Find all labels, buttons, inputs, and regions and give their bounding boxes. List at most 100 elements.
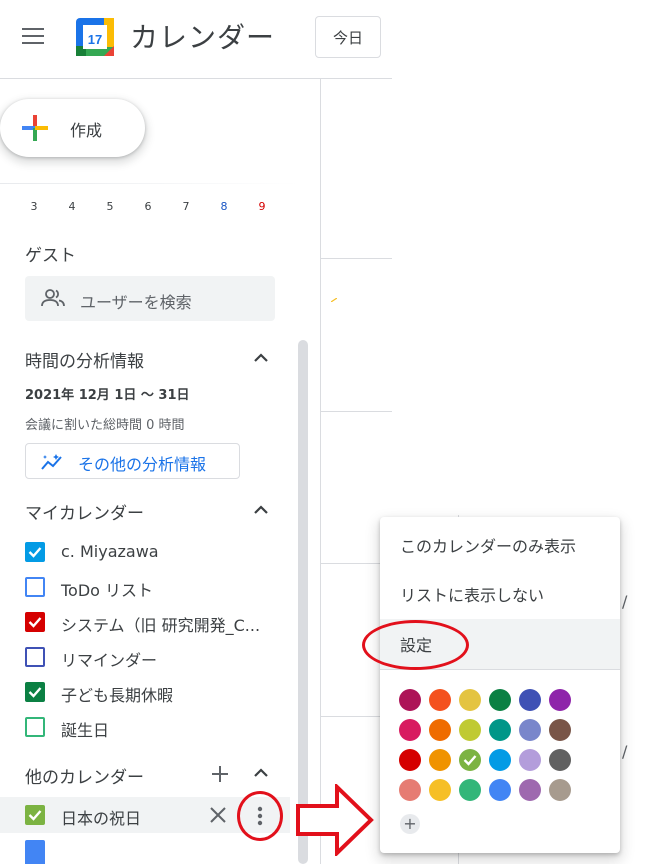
- calendar-grid-line: [320, 563, 380, 564]
- people-icon: [41, 289, 65, 307]
- color-swatch[interactable]: [429, 719, 451, 741]
- hamburger-line: [22, 28, 44, 30]
- cell-edge-glyph: /: [622, 742, 628, 761]
- hamburger-line: [22, 42, 44, 44]
- mini-calendar-day-saturday[interactable]: 8: [214, 200, 234, 213]
- check-icon: [28, 617, 42, 628]
- app-title: カレンダー: [130, 21, 276, 54]
- main-menu-button[interactable]: [20, 26, 46, 48]
- plus-icon: [22, 115, 48, 141]
- color-swatch[interactable]: [489, 719, 511, 741]
- calendar-item-label: リマインダー: [61, 651, 158, 670]
- mini-calendar-day-sunday[interactable]: 9: [252, 200, 272, 213]
- color-swatch[interactable]: [399, 749, 421, 771]
- annotation-circle-settings: [362, 620, 469, 670]
- insights-title: 時間の分析情報: [25, 352, 144, 372]
- calendar-item-kids-holiday[interactable]: 子ども長期休暇: [25, 678, 295, 708]
- chevron-up-icon[interactable]: [251, 348, 271, 368]
- checkbox-partial[interactable]: [25, 840, 45, 864]
- color-swatch[interactable]: [399, 719, 421, 741]
- more-insights-button[interactable]: その他の分析情報: [25, 443, 240, 479]
- event-mark: [331, 298, 337, 302]
- check-icon: [28, 687, 42, 698]
- color-swatch[interactable]: [429, 779, 451, 801]
- mini-calendar-day[interactable]: 3: [24, 200, 44, 213]
- checkbox-checked[interactable]: [25, 805, 45, 825]
- color-swatch[interactable]: [399, 779, 421, 801]
- color-swatch[interactable]: [489, 689, 511, 711]
- mini-calendar-week: 3 4 5 6 7 8 9: [0, 200, 290, 218]
- my-calendars-title: マイカレンダー: [25, 504, 144, 524]
- check-icon: [28, 547, 42, 558]
- color-swatch[interactable]: [549, 779, 571, 801]
- today-button[interactable]: 今日: [315, 16, 381, 58]
- checkbox-checked[interactable]: [25, 612, 45, 632]
- calendar-options-menu: このカレンダーのみ表示 リストに表示しない 設定 +: [380, 517, 620, 853]
- checkbox-checked[interactable]: [25, 682, 45, 702]
- guests-title: ゲスト: [25, 246, 76, 266]
- calendar-item-reminders[interactable]: リマインダー: [25, 643, 295, 673]
- calendar-item-label: 誕生日: [61, 721, 110, 740]
- color-swatch[interactable]: [459, 719, 481, 741]
- color-swatch[interactable]: [549, 719, 571, 741]
- calendar-item-label: 日本の祝日: [61, 809, 142, 828]
- calendar-item-label: システム（旧 研究開発_C...: [61, 616, 261, 635]
- checkbox-unchecked[interactable]: [25, 577, 45, 597]
- sidebar-divider: [0, 183, 300, 184]
- checkbox-checked[interactable]: [25, 542, 45, 562]
- color-swatch[interactable]: [519, 719, 541, 741]
- calendar-item-c-miyazawa[interactable]: c. Miyazawa: [25, 538, 295, 568]
- close-icon[interactable]: [208, 805, 228, 825]
- color-swatch[interactable]: [429, 689, 451, 711]
- create-label: 作成: [70, 121, 103, 140]
- chevron-up-icon[interactable]: [251, 500, 271, 520]
- mini-calendar-day[interactable]: 6: [138, 200, 158, 213]
- add-calendar-plus-icon[interactable]: [208, 762, 232, 786]
- color-swatch[interactable]: [519, 779, 541, 801]
- chevron-up-icon[interactable]: [251, 763, 271, 783]
- more-insights-label: その他の分析情報: [78, 455, 207, 474]
- color-swatch[interactable]: [549, 689, 571, 711]
- logo-day-text: 17: [88, 32, 102, 47]
- color-swatch[interactable]: [519, 689, 541, 711]
- cell-edge-glyph: /: [622, 592, 628, 611]
- color-swatch[interactable]: [459, 689, 481, 711]
- annotation-circle-more: [237, 791, 283, 841]
- guest-search-input[interactable]: ユーザーを検索: [25, 276, 275, 321]
- calendar-item-birthdays[interactable]: 誕生日: [25, 713, 295, 743]
- calendar-item-todo[interactable]: ToDo リスト: [25, 573, 295, 603]
- checkbox-unchecked[interactable]: [25, 647, 45, 667]
- mini-calendar-day[interactable]: 7: [176, 200, 196, 213]
- hamburger-line: [22, 35, 44, 37]
- menu-item-hide-from-list[interactable]: リストに表示しない: [380, 569, 620, 619]
- color-swatch[interactable]: [399, 689, 421, 711]
- mini-calendar-day[interactable]: 5: [100, 200, 120, 213]
- mini-calendar-day[interactable]: 4: [62, 200, 82, 213]
- calendar-item-label: ToDo リスト: [61, 581, 154, 600]
- color-swatch[interactable]: [519, 749, 541, 771]
- other-calendars-title: 他のカレンダー: [25, 768, 144, 788]
- insights-icon: [41, 454, 62, 470]
- insights-meeting-time: 会議に割いた総時間 0 時間: [25, 418, 185, 433]
- annotation-arrow-icon: [296, 784, 374, 856]
- checkbox-unchecked[interactable]: [25, 717, 45, 737]
- color-swatch[interactable]: [489, 779, 511, 801]
- add-custom-color-button[interactable]: +: [400, 814, 420, 834]
- check-icon: [463, 755, 477, 766]
- calendar-grid-border: [320, 78, 321, 864]
- insights-date-range: 2021年 12月 1日 〜 31日: [25, 388, 190, 403]
- check-icon: [28, 810, 42, 821]
- color-swatch[interactable]: [459, 779, 481, 801]
- calendar-logo-icon[interactable]: 17: [75, 17, 115, 57]
- calendar-item-label: 子ども長期休暇: [61, 686, 174, 705]
- color-swatch[interactable]: [489, 749, 511, 771]
- calendar-grid-line: [320, 258, 392, 259]
- color-swatch-selected[interactable]: [459, 749, 481, 771]
- color-swatch[interactable]: [549, 749, 571, 771]
- calendar-item-label: c. Miyazawa: [61, 542, 159, 561]
- header-divider: [0, 78, 392, 79]
- calendar-item-system[interactable]: システム（旧 研究開発_C...: [25, 608, 295, 638]
- create-button[interactable]: 作成: [0, 99, 145, 157]
- color-swatch[interactable]: [429, 749, 451, 771]
- menu-item-show-only-this[interactable]: このカレンダーのみ表示: [380, 520, 620, 570]
